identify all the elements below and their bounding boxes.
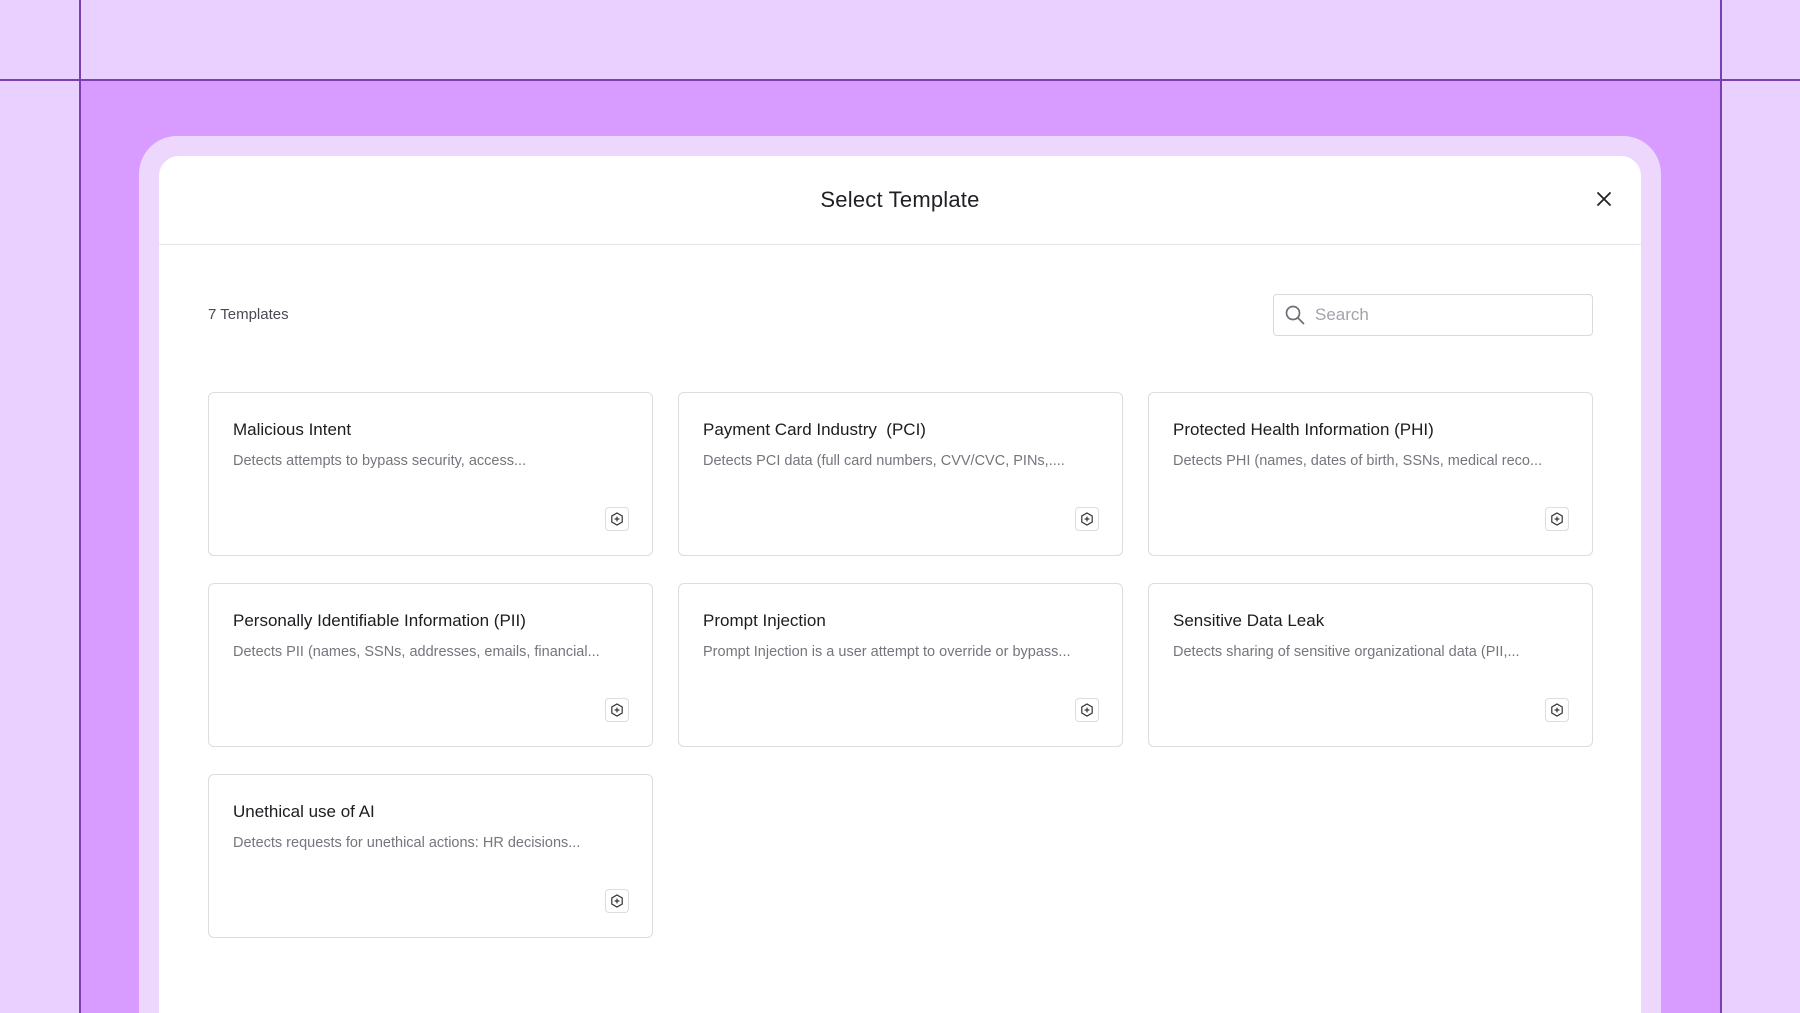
template-card-title: Payment Card Industry (PCI) (703, 420, 926, 439)
template-card-malicious-intent[interactable]: Malicious Intent Detects attempts to byp… (208, 392, 653, 556)
hexagon-plus-icon (605, 507, 629, 531)
guide-line-right (1720, 0, 1722, 1013)
template-card-description: Detects requests for unethical actions: … (233, 835, 581, 851)
template-card-description: Detects PII (names, SSNs, addresses, ema… (233, 644, 600, 660)
hexagon-plus-icon (1545, 507, 1569, 531)
template-card-pci[interactable]: Payment Card Industry (PCI) Detects PCI … (678, 392, 1123, 556)
hexagon-plus-icon (1075, 698, 1099, 722)
guide-line-horizontal (0, 79, 1800, 81)
template-card-description: Detects sharing of sensitive organizatio… (1173, 644, 1520, 660)
template-card-phi[interactable]: Protected Health Information (PHI) Detec… (1148, 392, 1593, 556)
template-card-title: Personally Identifiable Information (PII… (233, 611, 526, 630)
template-toolbar: 7 Templates (208, 294, 1593, 336)
template-card-title: Protected Health Information (PHI) (1173, 420, 1434, 439)
template-card-description: Prompt Injection is a user attempt to ov… (703, 644, 1071, 660)
close-icon (1596, 191, 1612, 212)
search-icon (1284, 304, 1306, 326)
guide-line-left (79, 0, 81, 1013)
template-card-title: Unethical use of AI (233, 802, 375, 821)
hexagon-plus-icon (1545, 698, 1569, 722)
close-button[interactable] (1593, 190, 1615, 212)
template-card-title: Prompt Injection (703, 611, 826, 630)
search-input[interactable] (1315, 305, 1575, 325)
hexagon-plus-icon (605, 698, 629, 722)
template-card-description: Detects PHI (names, dates of birth, SSNs… (1173, 453, 1543, 469)
template-card-unethical-use-of-ai[interactable]: Unethical use of AI Detects requests for… (208, 774, 653, 938)
template-card-description: Detects attempts to bypass security, acc… (233, 453, 527, 469)
template-count: 7 Templates (208, 306, 289, 323)
template-card-pii[interactable]: Personally Identifiable Information (PII… (208, 583, 653, 747)
hexagon-plus-icon (1075, 507, 1099, 531)
template-card-prompt-injection[interactable]: Prompt Injection Prompt Injection is a u… (678, 583, 1123, 747)
template-grid: Malicious Intent Detects attempts to byp… (208, 392, 1593, 938)
modal-title: Select Template (820, 187, 980, 212)
select-template-modal: Select Template 7 Templates Malicious In… (159, 156, 1641, 1013)
template-card-description: Detects PCI data (full card numbers, CVV… (703, 453, 1065, 469)
hexagon-plus-icon (605, 889, 629, 913)
search-box[interactable] (1273, 294, 1593, 336)
template-card-sensitive-data-leak[interactable]: Sensitive Data Leak Detects sharing of s… (1148, 583, 1593, 747)
modal-header: Select Template (159, 156, 1641, 245)
template-card-title: Malicious Intent (233, 420, 352, 439)
template-card-title: Sensitive Data Leak (1173, 611, 1325, 630)
